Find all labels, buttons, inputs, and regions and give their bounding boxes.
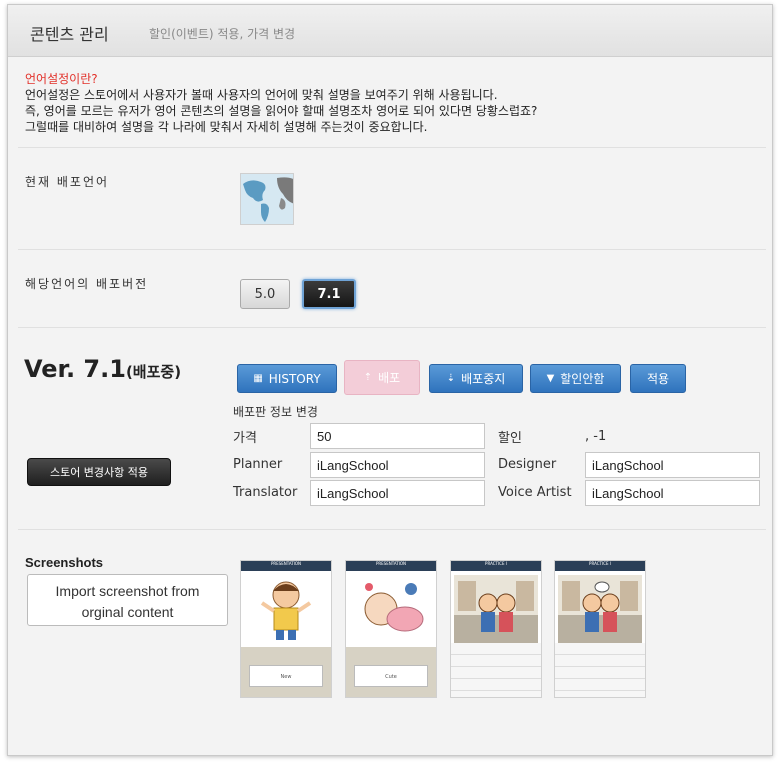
page-subtitle: 할인(이벤트) 적용, 가격 변경 [149, 27, 296, 41]
version-button-5-0[interactable]: 5.0 [240, 279, 290, 309]
history-button[interactable]: ▦ HISTORY [237, 364, 337, 393]
thumbnail-panel: New [241, 647, 331, 697]
divider [18, 327, 766, 328]
thumbnail-header: PRESENTATION [241, 561, 331, 571]
info-line: 그럴때를 대비하여 설명을 각 나라에 맞춰서 자세히 설명해 주는것이 중요합… [25, 120, 428, 134]
price-label: 가격 [233, 431, 257, 446]
screenshot-thumbnail[interactable]: PRACTICE I [554, 560, 646, 698]
content-panel: 콘텐츠 관리 할인(이벤트) 적용, 가격 변경 언어설정이란? 언어설정은 스… [7, 4, 773, 756]
planner-input[interactable]: iLangSchool [310, 452, 485, 478]
kids-illustration [558, 575, 642, 643]
version-button-7-1[interactable]: 7.1 [302, 279, 356, 309]
thumbnail-caption: New [249, 665, 323, 687]
voice-artist-input[interactable]: iLangSchool [585, 480, 760, 506]
voice-artist-label: Voice Artist [498, 485, 572, 500]
discount-label: 할인 [498, 431, 522, 446]
import-screenshot-button[interactable]: Import screenshot from orginal content [27, 574, 228, 626]
caret-down-icon: ▼ [546, 373, 555, 384]
history-label: HISTORY [268, 371, 321, 386]
thumbnail-caption: Cute [354, 665, 428, 687]
screenshot-thumbnail[interactable]: PRESENTATION Cute [345, 560, 437, 698]
stop-deploy-label: 배포중지 [461, 372, 506, 386]
thumbnail-header: PRACTICE I [451, 561, 541, 571]
kids-illustration [454, 575, 538, 643]
translator-input[interactable]: iLangSchool [310, 480, 485, 506]
thumbnail-header: PRACTICE I [555, 561, 645, 571]
divider [18, 147, 766, 148]
info-line: 언어설정은 스토어에서 사용자가 볼때 사용자의 언어에 맞춰 설명을 보여주기… [25, 88, 498, 102]
thumbnail-chat [451, 643, 541, 697]
current-language-label: 현재 배포언어 [25, 175, 110, 189]
apply-store-changes-button[interactable]: 스토어 변경사항 적용 [27, 458, 171, 486]
stop-deploy-button[interactable]: ⇣ 배포중지 [429, 364, 523, 393]
apply-button[interactable]: 적용 [630, 364, 686, 393]
list-icon: ▦ [253, 373, 263, 384]
thumbnail-chat [555, 643, 645, 697]
planner-label: Planner [233, 457, 283, 472]
version-status: (배포중) [125, 363, 182, 381]
deploy-version-label: 해당언어의 배포버전 [25, 277, 149, 291]
deploy-label: 배포 [378, 371, 401, 385]
deploy-info-title: 배포판 정보 변경 [233, 405, 318, 419]
version-number: Ver. 7.1 [24, 355, 126, 383]
info-line: 즉, 영어를 모르는 유저가 영어 콘텐츠의 설명을 읽어야 할때 설명조차 영… [25, 104, 538, 118]
upload-icon: ⇡ [363, 372, 373, 383]
screenshot-thumbnail[interactable]: PRESENTATION New [240, 560, 332, 698]
price-input[interactable]: 50 [310, 423, 485, 449]
discount-dropdown-label: 할인안함 [560, 372, 605, 386]
import-line-2: orginal content [81, 604, 174, 620]
divider [18, 249, 766, 250]
discount-value: , -1 [585, 429, 607, 444]
screenshot-thumbnail[interactable]: PRACTICE I [450, 560, 542, 698]
designer-input[interactable]: iLangSchool [585, 452, 760, 478]
apply-label: 적용 [646, 372, 670, 386]
info-question: 언어설정이란? [25, 72, 98, 86]
language-info: 언어설정이란? 언어설정은 스토어에서 사용자가 볼때 사용자의 언어에 맞춰 … [25, 71, 765, 135]
import-line-1: Import screenshot from [55, 583, 200, 599]
baby-illustration [349, 575, 433, 643]
divider [18, 529, 766, 530]
page-title: 콘텐츠 관리 [30, 25, 109, 44]
translator-label: Translator [233, 485, 298, 500]
version-title: Ver. 7.1(배포중) [24, 355, 181, 383]
thumbnail-panel: Cute [346, 647, 436, 697]
thumbnail-header: PRESENTATION [346, 561, 436, 571]
world-map-icon[interactable] [240, 173, 294, 225]
designer-label: Designer [498, 457, 557, 472]
discount-dropdown[interactable]: ▼ 할인안함 [530, 364, 621, 393]
panel-header: 콘텐츠 관리 할인(이벤트) 적용, 가격 변경 [8, 5, 772, 57]
screenshots-title: Screenshots [25, 555, 104, 570]
download-icon: ⇣ [446, 373, 456, 384]
deploy-button[interactable]: ⇡ 배포 [344, 360, 420, 395]
boy-illustration [244, 575, 328, 643]
